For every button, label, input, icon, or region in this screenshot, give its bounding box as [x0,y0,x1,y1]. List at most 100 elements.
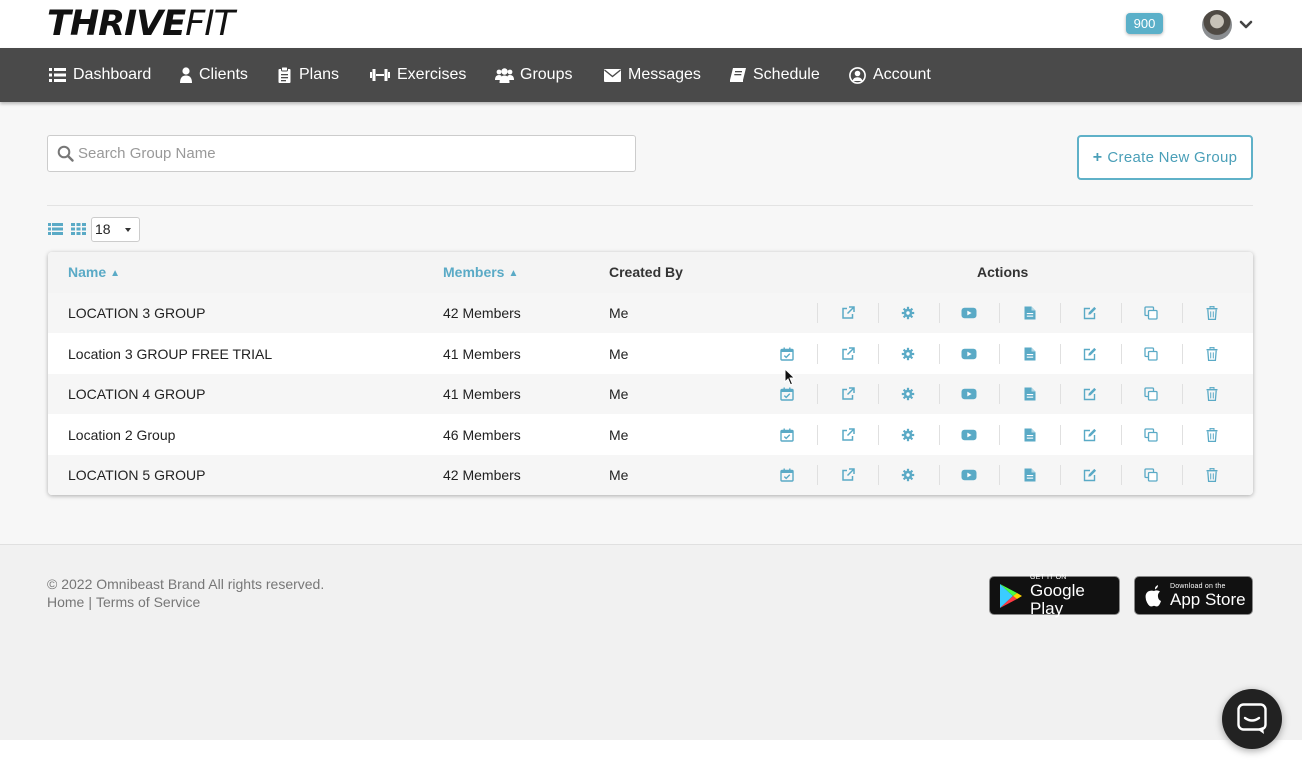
copy-icon[interactable] [1141,303,1161,323]
copy-icon[interactable] [1141,465,1161,485]
edit-icon[interactable] [1080,425,1100,445]
action-separator [1060,303,1061,323]
document-icon[interactable] [1020,425,1040,445]
nav-dashboard[interactable]: Dashboard [48,48,151,102]
create-new-group-button[interactable]: + Create New Group [1077,135,1253,180]
group-created-by: Me [609,426,629,443]
document-icon[interactable] [1020,384,1040,404]
gear-icon[interactable] [898,344,918,364]
edit-icon[interactable] [1080,303,1100,323]
list-view-icon[interactable] [48,221,64,237]
copy-icon[interactable] [1141,425,1161,445]
app-store-badge[interactable]: Download on the App Store [1134,576,1253,615]
document-icon[interactable] [1020,344,1040,364]
action-separator [1121,303,1122,323]
chat-launcher-button[interactable] [1222,689,1282,749]
edit-icon[interactable] [1080,344,1100,364]
gear-icon[interactable] [898,465,918,485]
external-link-icon[interactable] [838,344,858,364]
gear-icon[interactable] [898,425,918,445]
google-play-badge[interactable]: GET IT ON Google Play [989,574,1120,617]
envelope-icon [603,66,621,84]
trash-icon[interactable] [1202,303,1222,323]
external-link-icon[interactable] [838,465,858,485]
group-name[interactable]: Location 3 GROUP FREE TRIAL [68,334,272,374]
search-input[interactable] [78,136,628,171]
group-created-by: Me [609,305,629,321]
terms-of-service-link[interactable]: Terms of Service [96,594,200,610]
user-avatar[interactable] [1202,10,1232,40]
table-row: LOCATION 5 GROUP 42 Members Me [48,455,1253,495]
group-created-by: Me [609,345,629,362]
document-icon[interactable] [1020,465,1040,485]
logo-bold: THRIVE [47,4,186,44]
table-row: Location 3 GROUP FREE TRIAL 41 Members Me [48,334,1253,374]
trash-icon[interactable] [1202,425,1222,445]
user-circle-icon [849,66,866,84]
nav-plans[interactable]: Plans [277,48,339,102]
group-name[interactable]: LOCATION 5 GROUP [68,455,205,495]
thrivefit-logo[interactable]: THRIVEFIT [47,4,235,44]
external-link-icon[interactable] [838,303,858,323]
copy-icon[interactable] [1141,384,1161,404]
trash-icon[interactable] [1202,344,1222,364]
group-name[interactable]: LOCATION 4 GROUP [68,374,205,414]
nav-groups[interactable]: Groups [494,48,572,102]
apple-icon [1144,584,1164,608]
action-separator [1121,424,1122,445]
edit-icon[interactable] [1080,465,1100,485]
action-separator [817,384,818,404]
video-icon[interactable] [959,465,979,485]
nav-messages[interactable]: Messages [603,48,701,102]
group-members: 42 Members [443,305,521,321]
video-icon[interactable] [959,344,979,364]
nav-schedule[interactable]: Schedule [729,48,820,102]
video-icon[interactable] [959,384,979,404]
action-separator [939,343,940,364]
grid-view-icon[interactable] [71,221,87,237]
document-icon[interactable] [1020,303,1040,323]
nav-account[interactable]: Account [849,48,931,102]
nav-label: Plans [299,66,340,83]
calendar-check-icon[interactable] [777,425,797,445]
calendar-check-icon[interactable] [777,344,797,364]
action-separator [1182,343,1183,364]
divider [47,205,1253,206]
external-link-icon[interactable] [838,384,858,404]
action-separator [1060,465,1061,485]
gear-icon[interactable] [898,303,918,323]
google-play-icon [999,583,1023,609]
group-name[interactable]: Location 2 Group [68,415,175,455]
trash-icon[interactable] [1202,465,1222,485]
trash-icon[interactable] [1202,384,1222,404]
home-link[interactable]: Home [47,594,84,610]
nav-label: Messages [628,66,701,83]
action-separator [878,384,879,404]
sort-by-name[interactable]: Name ▲︎ [68,252,120,293]
group-name[interactable]: LOCATION 3 GROUP [68,293,205,333]
nav-clients[interactable]: Clients [179,48,248,102]
credits-badge[interactable]: 900 [1126,13,1163,34]
calendar-check-icon[interactable] [777,465,797,485]
chevron-down-icon[interactable] [1236,14,1256,34]
copy-icon[interactable] [1141,344,1161,364]
video-icon[interactable] [959,425,979,445]
nav-exercises[interactable]: Exercises [369,48,466,102]
nav-label: Schedule [753,66,820,83]
list-icon [48,66,66,84]
per-page-select[interactable]: 18 [91,217,140,242]
action-separator [999,303,1000,323]
book-icon [729,66,746,84]
create-button-label: Create New Group [1107,149,1238,166]
edit-icon[interactable] [1080,384,1100,404]
action-separator [878,303,879,323]
gear-icon[interactable] [898,384,918,404]
sort-by-members[interactable]: Members ▲︎ [443,252,518,293]
video-icon[interactable] [959,303,979,323]
action-separator [939,424,940,445]
external-link-icon[interactable] [838,425,858,445]
nav-label: Exercises [397,66,467,83]
sort-icon: ▲︎ [508,268,519,279]
action-separator [878,465,879,485]
chat-icon [1237,703,1267,735]
